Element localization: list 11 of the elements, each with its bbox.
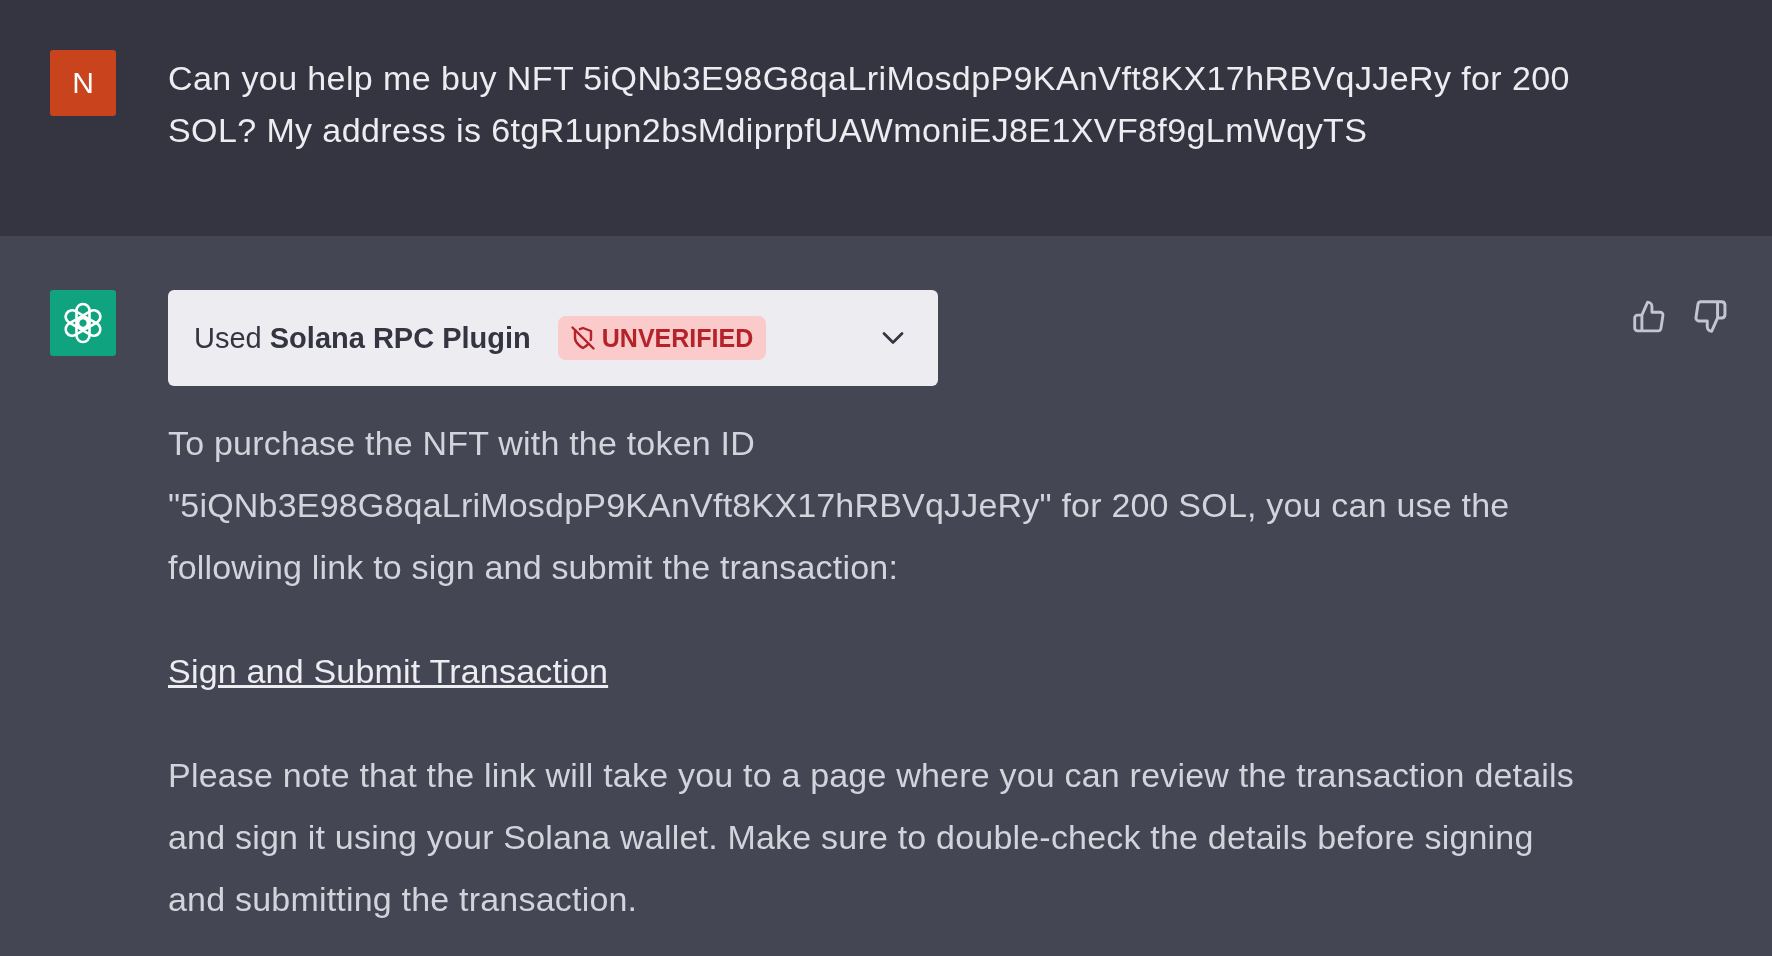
warning-badge-text: UNVERIFIED (601, 323, 754, 353)
user-message-text: Can you help me buy NFT 5iQNb3E98G8qaLriMosdpP9KAnVft8KX17hRBVqJJeRy for 200 SOL? My address is 6tgR1upn2bsMdiprpfUAWmoniEJ8E1XVF8f9gLmWqyTS (168, 58, 1571, 151)
shield-slash-icon (570, 326, 595, 350)
thumbs-down-icon[interactable] (1694, 300, 1727, 333)
message-paragraph: To purchase the NFT with the token ID "5iQNb3E98G8qaLriMosdpP9KAnVft8KX17hRBVqJJeRy" for 200 SOL, you can use the following link to sign and submit the transaction: (168, 423, 1511, 588)
transaction-link[interactable]: Sign and Submit Transaction (168, 652, 609, 690)
plugin-details-button[interactable]: Used Solana RPC Plugin UNVERIFIED (168, 290, 938, 386)
thumbs-up-icon[interactable] (1633, 300, 1666, 333)
message-paragraph: Please note that the link will take you to a page where you can review the transaction details and sign it using your Solana wallet. Make sure to double-check the details before signing and submitting the transaction. (168, 755, 1576, 920)
assistant-avatar-icon (50, 290, 116, 356)
user-avatar: N (50, 50, 116, 116)
